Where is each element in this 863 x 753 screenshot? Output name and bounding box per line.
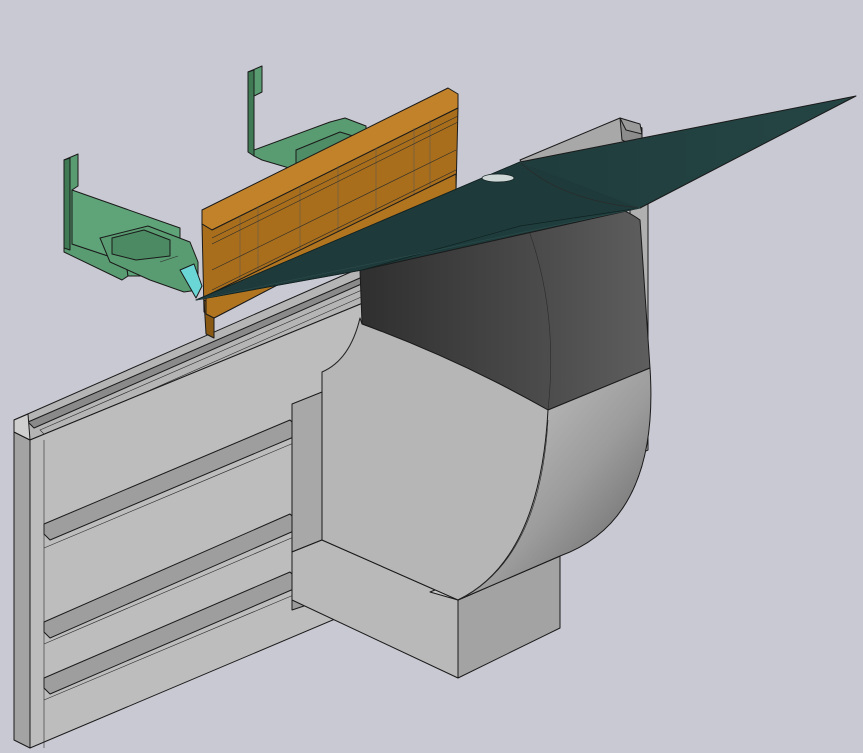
press-brake-model[interactable] [0, 0, 863, 753]
cad-viewport[interactable] [0, 0, 863, 753]
backgauge-finger-front [63, 153, 199, 293]
sheet-hole [481, 173, 515, 183]
